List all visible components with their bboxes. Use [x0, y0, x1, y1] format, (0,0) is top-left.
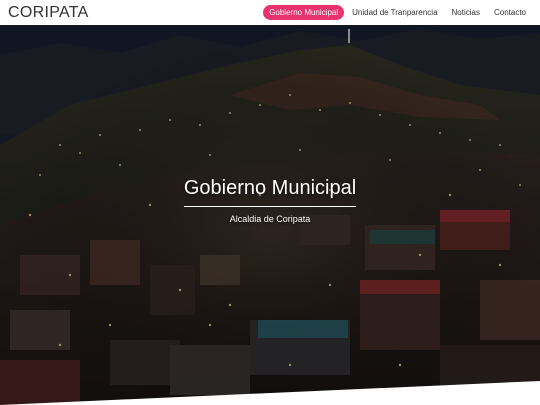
nav-item-noticias[interactable]: Noticias — [446, 5, 486, 20]
hero-title: Gobierno Municipal — [183, 177, 357, 207]
brand-logo[interactable]: CORIPATA — [8, 4, 89, 22]
nav-item-unidad-de-transparencia[interactable]: Unidad de Tranparencia — [346, 5, 443, 20]
hero-section: Gobierno Municipal Alcaldia de Coripata — [0, 25, 540, 405]
top-navbar: CORIPATA Gobierno Municipal Unidad de Tr… — [0, 0, 540, 25]
hero-content: Gobierno Municipal Alcaldia de Coripata — [0, 25, 540, 405]
nav-item-contacto[interactable]: Contacto — [488, 5, 532, 20]
nav-menu: Gobierno Municipal Unidad de Tranparenci… — [263, 5, 532, 20]
hero-subtitle: Alcaldia de Coripata — [229, 214, 311, 224]
nav-item-gobierno-municipal[interactable]: Gobierno Municipal — [263, 5, 345, 20]
